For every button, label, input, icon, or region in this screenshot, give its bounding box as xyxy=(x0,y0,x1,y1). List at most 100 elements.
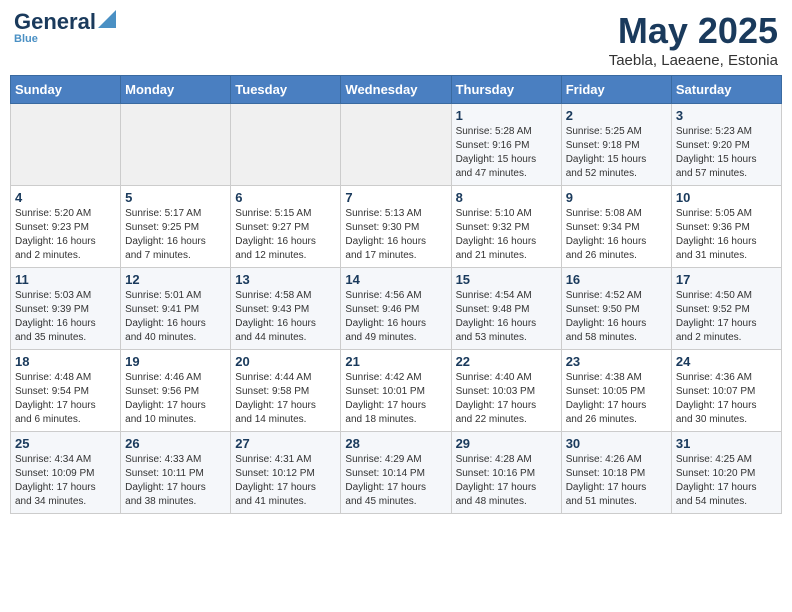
day-cell: 18Sunrise: 4:48 AM Sunset: 9:54 PM Dayli… xyxy=(11,350,121,432)
day-info: Sunrise: 5:01 AM Sunset: 9:41 PM Dayligh… xyxy=(125,289,226,345)
day-number: 30 xyxy=(566,436,667,451)
day-info: Sunrise: 5:20 AM Sunset: 9:23 PM Dayligh… xyxy=(15,207,116,263)
day-number: 24 xyxy=(676,354,777,369)
day-number: 29 xyxy=(456,436,557,451)
week-row-2: 4 Sunrise: 5:20 AM Sunset: 9:23 PM Daylig… xyxy=(11,186,782,268)
day-cell: 12 Sunrise: 5:01 AM Sunset: 9:41 PM Dayli… xyxy=(121,268,231,350)
day-cell: 7Sunrise: 5:13 AM Sunset: 9:30 PM Daylig… xyxy=(341,186,451,268)
weekday-header-row: SundayMondayTuesdayWednesdayThursdayFrid… xyxy=(11,76,782,104)
day-info: Sunrise: 5:15 AM Sunset: 9:27 PM Dayligh… xyxy=(235,207,336,263)
day-cell: 4 Sunrise: 5:20 AM Sunset: 9:23 PM Daylig… xyxy=(11,186,121,268)
page-header: General Blue May 2025 Taebla, Laeaene, E… xyxy=(10,10,782,69)
calendar-subtitle: Taebla, Laeaene, Estonia xyxy=(609,52,778,69)
day-cell: 27 Sunrise: 4:31 AM Sunset: 10:12 PM Dayl… xyxy=(231,432,341,514)
day-info: Sunrise: 5:17 AM Sunset: 9:25 PM Dayligh… xyxy=(125,207,226,263)
day-number: 20 xyxy=(235,354,336,369)
day-number: 18 xyxy=(15,354,116,369)
week-row-1: 1 Sunrise: 5:28 AM Sunset: 9:16 PM Daylig… xyxy=(11,104,782,186)
day-cell: 8 Sunrise: 5:10 AM Sunset: 9:32 PM Daylig… xyxy=(451,186,561,268)
day-cell: 6Sunrise: 5:15 AM Sunset: 9:27 PM Daylig… xyxy=(231,186,341,268)
day-cell: 26Sunrise: 4:33 AM Sunset: 10:11 PM Dayl… xyxy=(121,432,231,514)
day-cell: 11Sunrise: 5:03 AM Sunset: 9:39 PM Dayli… xyxy=(11,268,121,350)
weekday-header-thursday: Thursday xyxy=(451,76,561,104)
day-cell xyxy=(121,104,231,186)
logo-general: General xyxy=(14,11,96,33)
day-number: 17 xyxy=(676,272,777,287)
day-cell: 23Sunrise: 4:38 AM Sunset: 10:05 PM Dayl… xyxy=(561,350,671,432)
day-info: Sunrise: 5:05 AM Sunset: 9:36 PM Dayligh… xyxy=(676,207,777,263)
day-cell: 16Sunrise: 4:52 AM Sunset: 9:50 PM Dayli… xyxy=(561,268,671,350)
day-cell: 14 Sunrise: 4:56 AM Sunset: 9:46 PM Dayli… xyxy=(341,268,451,350)
weekday-header-saturday: Saturday xyxy=(671,76,781,104)
day-info: Sunrise: 5:10 AM Sunset: 9:32 PM Dayligh… xyxy=(456,207,557,263)
day-info: Sunrise: 4:42 AM Sunset: 10:01 PM Daylig… xyxy=(345,371,446,427)
week-row-4: 18Sunrise: 4:48 AM Sunset: 9:54 PM Dayli… xyxy=(11,350,782,432)
week-row-3: 11Sunrise: 5:03 AM Sunset: 9:39 PM Dayli… xyxy=(11,268,782,350)
day-number: 8 xyxy=(456,190,557,205)
day-cell: 28 Sunrise: 4:29 AM Sunset: 10:14 PM Dayl… xyxy=(341,432,451,514)
day-cell: 1 Sunrise: 5:28 AM Sunset: 9:16 PM Daylig… xyxy=(451,104,561,186)
day-info: Sunrise: 5:03 AM Sunset: 9:39 PM Dayligh… xyxy=(15,289,116,345)
day-number: 5 xyxy=(125,190,226,205)
day-info: Sunrise: 4:50 AM Sunset: 9:52 PM Dayligh… xyxy=(676,289,777,345)
day-info: Sunrise: 5:23 AM Sunset: 9:20 PM Dayligh… xyxy=(676,125,777,181)
day-cell: 24 Sunrise: 4:36 AM Sunset: 10:07 PM Dayl… xyxy=(671,350,781,432)
day-info: Sunrise: 5:28 AM Sunset: 9:16 PM Dayligh… xyxy=(456,125,557,181)
day-number: 19 xyxy=(125,354,226,369)
day-number: 2 xyxy=(566,108,667,123)
day-cell: 25 Sunrise: 4:34 AM Sunset: 10:09 PM Dayl… xyxy=(11,432,121,514)
day-info: Sunrise: 4:29 AM Sunset: 10:14 PM Daylig… xyxy=(345,453,446,509)
day-number: 15 xyxy=(456,272,557,287)
day-cell: 22 Sunrise: 4:40 AM Sunset: 10:03 PM Dayl… xyxy=(451,350,561,432)
weekday-header-monday: Monday xyxy=(121,76,231,104)
day-info: Sunrise: 4:26 AM Sunset: 10:18 PM Daylig… xyxy=(566,453,667,509)
day-cell: 29Sunrise: 4:28 AM Sunset: 10:16 PM Dayl… xyxy=(451,432,561,514)
logo: General Blue xyxy=(14,10,116,45)
day-cell: 15 Sunrise: 4:54 AM Sunset: 9:48 PM Dayli… xyxy=(451,268,561,350)
title-block: May 2025 Taebla, Laeaene, Estonia xyxy=(609,10,778,69)
day-cell: 10 Sunrise: 5:05 AM Sunset: 9:36 PM Dayli… xyxy=(671,186,781,268)
day-info: Sunrise: 4:31 AM Sunset: 10:12 PM Daylig… xyxy=(235,453,336,509)
day-info: Sunrise: 5:08 AM Sunset: 9:34 PM Dayligh… xyxy=(566,207,667,263)
day-number: 16 xyxy=(566,272,667,287)
day-number: 12 xyxy=(125,272,226,287)
day-number: 7 xyxy=(345,190,446,205)
day-cell: 20 Sunrise: 4:44 AM Sunset: 9:58 PM Dayli… xyxy=(231,350,341,432)
weekday-header-sunday: Sunday xyxy=(11,76,121,104)
logo-icon xyxy=(98,10,116,28)
day-cell: 19Sunrise: 4:46 AM Sunset: 9:56 PM Dayli… xyxy=(121,350,231,432)
day-cell xyxy=(341,104,451,186)
day-info: Sunrise: 4:58 AM Sunset: 9:43 PM Dayligh… xyxy=(235,289,336,345)
day-number: 27 xyxy=(235,436,336,451)
weekday-header-wednesday: Wednesday xyxy=(341,76,451,104)
weekday-header-friday: Friday xyxy=(561,76,671,104)
day-number: 21 xyxy=(345,354,446,369)
day-info: Sunrise: 4:54 AM Sunset: 9:48 PM Dayligh… xyxy=(456,289,557,345)
day-cell: 5 Sunrise: 5:17 AM Sunset: 9:25 PM Daylig… xyxy=(121,186,231,268)
weekday-header-tuesday: Tuesday xyxy=(231,76,341,104)
calendar-title: May 2025 xyxy=(609,10,778,52)
day-info: Sunrise: 4:36 AM Sunset: 10:07 PM Daylig… xyxy=(676,371,777,427)
day-cell xyxy=(231,104,341,186)
day-cell xyxy=(11,104,121,186)
day-number: 26 xyxy=(125,436,226,451)
day-info: Sunrise: 4:38 AM Sunset: 10:05 PM Daylig… xyxy=(566,371,667,427)
day-cell: 13 Sunrise: 4:58 AM Sunset: 9:43 PM Dayli… xyxy=(231,268,341,350)
day-number: 4 xyxy=(15,190,116,205)
day-info: Sunrise: 4:25 AM Sunset: 10:20 PM Daylig… xyxy=(676,453,777,509)
day-info: Sunrise: 4:40 AM Sunset: 10:03 PM Daylig… xyxy=(456,371,557,427)
day-cell: 9 Sunrise: 5:08 AM Sunset: 9:34 PM Daylig… xyxy=(561,186,671,268)
day-info: Sunrise: 4:44 AM Sunset: 9:58 PM Dayligh… xyxy=(235,371,336,427)
day-number: 22 xyxy=(456,354,557,369)
day-number: 1 xyxy=(456,108,557,123)
day-number: 14 xyxy=(345,272,446,287)
day-number: 25 xyxy=(15,436,116,451)
day-number: 9 xyxy=(566,190,667,205)
day-number: 28 xyxy=(345,436,446,451)
day-number: 13 xyxy=(235,272,336,287)
day-cell: 2Sunrise: 5:25 AM Sunset: 9:18 PM Daylig… xyxy=(561,104,671,186)
day-number: 3 xyxy=(676,108,777,123)
day-number: 10 xyxy=(676,190,777,205)
day-info: Sunrise: 4:34 AM Sunset: 10:09 PM Daylig… xyxy=(15,453,116,509)
day-info: Sunrise: 4:56 AM Sunset: 9:46 PM Dayligh… xyxy=(345,289,446,345)
